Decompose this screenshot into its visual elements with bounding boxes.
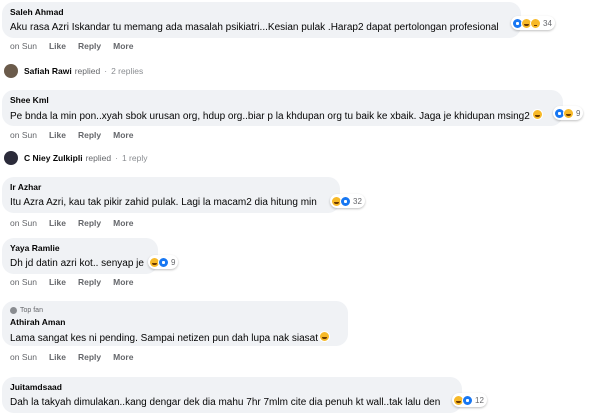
haha-reaction-icon — [563, 107, 574, 119]
comment-bubble: Juitamdsaad Dah la takyah dimulakan..kan… — [2, 377, 462, 413]
reaction-count: 9 — [171, 257, 176, 267]
reply-button[interactable]: Reply — [78, 352, 101, 362]
sad-reaction-icon — [530, 17, 541, 29]
laughing-emoji-icon — [531, 109, 543, 120]
like-button[interactable]: Like — [49, 41, 66, 51]
reaction-summary[interactable]: 32 — [330, 194, 365, 208]
comment-author[interactable]: Shee Kml — [10, 95, 555, 106]
comment-text: Itu Azra Azri, kau tak pikir zahid pulak… — [10, 197, 317, 208]
comment-author[interactable]: Saleh Ahmad — [10, 7, 513, 18]
top-fan-badge: Top fan — [10, 306, 340, 315]
avatar — [4, 151, 18, 165]
like-reaction-icon — [158, 256, 169, 268]
comment-actions: on Sun Like Reply More — [10, 41, 133, 51]
more-button[interactable]: More — [113, 352, 133, 362]
comment-actions: on Sun Like Reply More — [10, 130, 133, 140]
comment-bubble: Top fan Athirah Aman Lama sangat kes ni … — [2, 301, 348, 346]
more-button[interactable]: More — [113, 277, 133, 287]
more-button[interactable]: More — [113, 130, 133, 140]
reaction-count: 34 — [543, 18, 552, 28]
comment-time[interactable]: on Sun — [10, 352, 37, 362]
reaction-summary[interactable]: 12 — [452, 393, 487, 407]
comment-text: Dh jd datin azri kot.. senyap je — [10, 258, 144, 269]
comment-text: Lama sangat kes ni pending. Sampai netiz… — [10, 331, 340, 345]
comment-author[interactable]: Yaya Ramlie — [10, 243, 150, 254]
comment-actions: on Sun Like Reply More — [10, 218, 133, 228]
avatar — [4, 64, 18, 78]
top-fan-icon — [10, 307, 17, 314]
comment-bubble: Shee Kml Pe bnda la min pon..xyah sbok u… — [2, 90, 563, 126]
replies-link[interactable]: C Niey Zulkipli replied · 1 reply — [4, 151, 147, 165]
laughing-emoji-icon — [319, 331, 330, 342]
comment-actions: on Sun Like Reply More — [10, 277, 133, 287]
replies-link[interactable]: Safiah Rawi replied · 2 replies — [4, 64, 143, 78]
like-button[interactable]: Like — [49, 277, 66, 287]
reaction-summary[interactable]: 9 — [553, 106, 584, 120]
like-reaction-icon — [462, 394, 473, 406]
comment-time[interactable]: on Sun — [10, 130, 37, 140]
comment-text: Pe bnda la min pon..xyah sbok urusan org… — [10, 109, 555, 123]
comment-time[interactable]: on Sun — [10, 277, 37, 287]
reaction-count: 9 — [576, 108, 581, 118]
comment-text: Aku rasa Azri Iskandar tu memang ada mas… — [10, 22, 499, 33]
reply-button[interactable]: Reply — [78, 130, 101, 140]
like-button[interactable]: Like — [49, 218, 66, 228]
comment-author[interactable]: Athirah Aman — [10, 317, 340, 328]
separator-dot: · — [115, 153, 118, 163]
like-button[interactable]: Like — [49, 130, 66, 140]
comment-time[interactable]: on Sun — [10, 41, 37, 51]
reply-author: Safiah Rawi — [24, 66, 72, 76]
reply-author: C Niey Zulkipli — [24, 153, 83, 163]
comment-author[interactable]: Juitamdsaad — [10, 382, 454, 393]
comment-bubble: Yaya Ramlie Dh jd datin azri kot.. senya… — [2, 238, 158, 274]
comment-time[interactable]: on Sun — [10, 218, 37, 228]
reaction-summary[interactable]: 9 — [148, 255, 179, 269]
reply-button[interactable]: Reply — [78, 218, 101, 228]
reaction-count: 12 — [475, 395, 484, 405]
reaction-summary[interactable]: 34 — [511, 16, 555, 30]
comment-actions: on Sun Like Reply More — [10, 352, 133, 362]
replied-label: replied — [74, 66, 101, 76]
more-button[interactable]: More — [113, 218, 133, 228]
like-button[interactable]: Like — [49, 352, 66, 362]
reaction-count: 32 — [353, 196, 362, 206]
comment-bubble: Saleh Ahmad Aku rasa Azri Iskandar tu me… — [2, 2, 521, 38]
comment-text: Dah la takyah dimulakan..kang dengar dek… — [10, 397, 441, 408]
reply-count: 1 reply — [121, 153, 148, 163]
like-reaction-icon — [340, 195, 351, 207]
top-fan-label: Top fan — [20, 307, 43, 314]
comment-bubble: Ir Azhar Itu Azra Azri, kau tak pikir za… — [2, 177, 340, 213]
replied-label: replied — [85, 153, 112, 163]
comment-author[interactable]: Ir Azhar — [10, 182, 332, 193]
reply-button[interactable]: Reply — [78, 277, 101, 287]
comment-text-body: Pe bnda la min pon..xyah sbok urusan org… — [10, 111, 530, 122]
reply-count: 2 replies — [111, 66, 144, 76]
reply-button[interactable]: Reply — [78, 41, 101, 51]
more-button[interactable]: More — [113, 41, 133, 51]
comment-text-body: Lama sangat kes ni pending. Sampai netiz… — [10, 333, 318, 344]
separator-dot: · — [104, 66, 108, 76]
